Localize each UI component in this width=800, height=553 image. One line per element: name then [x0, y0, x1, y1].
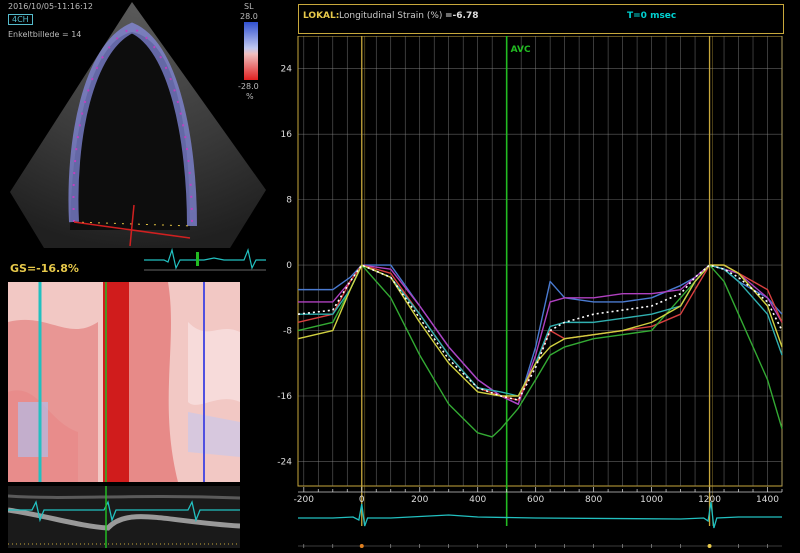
view-badge: 4CH [8, 14, 33, 25]
time-readout: T=0 msec [627, 11, 677, 21]
x-tick-label: 200 [411, 495, 428, 505]
x-tick-label: 1400 [756, 495, 779, 505]
y-tick-label: -24 [277, 457, 292, 467]
y-tick-label: 24 [281, 65, 293, 75]
lokal-label: LOKAL: [303, 11, 340, 21]
y-tick-label: 8 [286, 196, 292, 206]
y-tick-label: 0 [286, 261, 292, 271]
avc-label: AVC [511, 45, 531, 55]
y-tick-label: -16 [277, 392, 292, 402]
scale-min: -28.0 [238, 82, 259, 91]
x-tick-label: 800 [585, 495, 602, 505]
scale-max: 28.0 [240, 12, 258, 21]
ecg-marker [707, 544, 712, 548]
mmode-strip [8, 486, 240, 548]
metric-title: Longitudinal Strain (%) [339, 11, 443, 21]
y-tick-label: 16 [281, 130, 293, 140]
scale-unit: % [246, 92, 254, 101]
echo-panel: 2016/10/05-11:16:12 4CH Enkeltbillede = … [4, 0, 266, 280]
y-tick-label: -8 [283, 327, 292, 337]
timestamp: 2016/10/05-11:16:12 [8, 2, 93, 11]
scale-title: SL [244, 2, 254, 11]
frame-label: Enkeltbillede = 14 [8, 30, 82, 39]
strain-chart[interactable]: 24 16 8 0 -8 -16 -24 AVC -200 0 200 400 600 800 1000 12… [270, 36, 792, 553]
x-tick-label: 400 [469, 495, 486, 505]
x-tick-label: -200 [294, 495, 315, 505]
echo-image [10, 2, 266, 248]
x-tick-label: 1200 [698, 495, 721, 505]
ecg-inset [144, 247, 266, 271]
x-tick-label: 0 [359, 495, 365, 505]
header-bar: LOKAL: Longitudinal Strain (%) =-6.78 T=… [298, 4, 784, 34]
x-tick-label: 1000 [640, 495, 663, 505]
strain-map [8, 282, 240, 482]
strain-color-scale [244, 22, 258, 80]
ecg-marker [359, 544, 364, 548]
global-strain-label: GS=-16.8% [10, 262, 79, 275]
x-tick-label: 600 [527, 495, 544, 505]
metric-value: =-6.78 [445, 11, 479, 21]
strain-map-panel [8, 282, 240, 482]
mmode-panel [8, 486, 240, 548]
